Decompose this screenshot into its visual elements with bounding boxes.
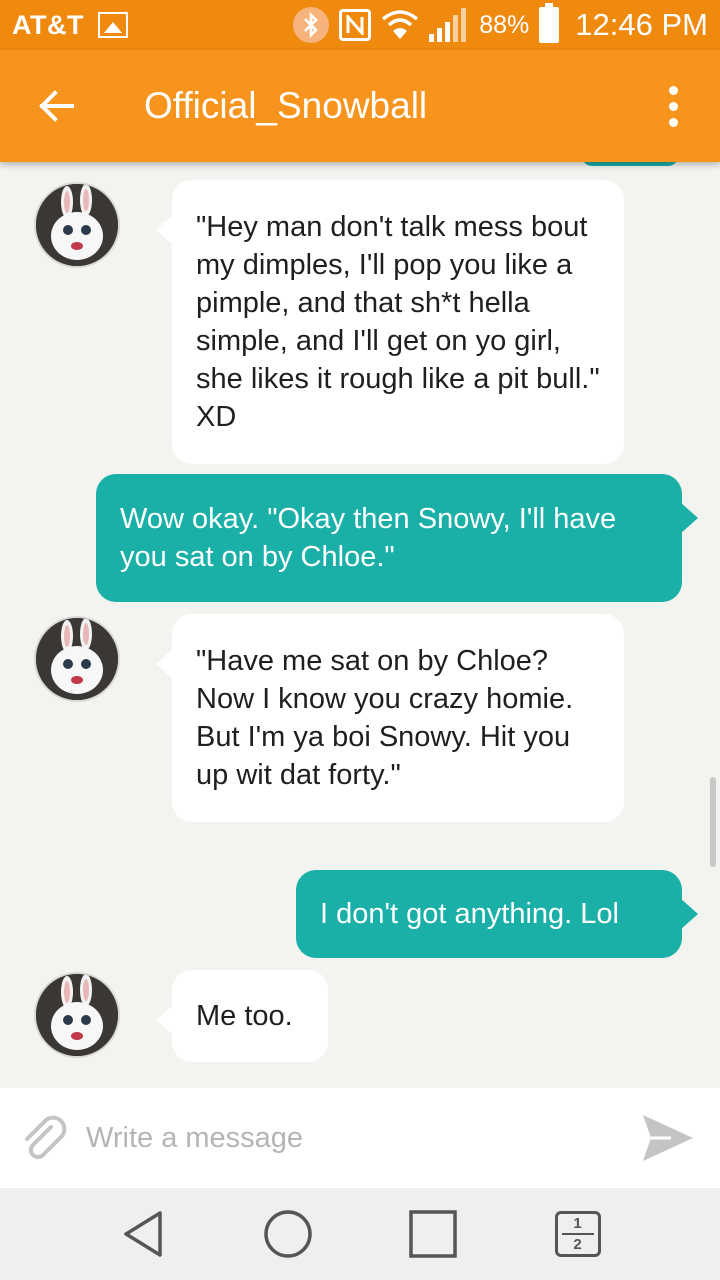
conversation-header: Official_Snowball (0, 50, 720, 162)
dual-window-icon: 1 2 (554, 1211, 601, 1257)
outgoing-message[interactable]: Wow okay. "Okay then Snowy, I'll have yo… (96, 474, 698, 602)
nav-recents-button[interactable] (398, 1199, 468, 1269)
incoming-message[interactable]: "Have me sat on by Chloe? Now I know you… (156, 614, 624, 822)
previous-message-edge (582, 162, 678, 166)
back-button[interactable] (26, 76, 86, 136)
message-composer (0, 1088, 720, 1188)
dual-window-bottom-label: 2 (573, 1236, 582, 1253)
back-triangle-icon (123, 1211, 162, 1257)
incoming-message[interactable]: Me too. (156, 970, 328, 1062)
status-bar: AT&T 88% 12:46 PM (0, 0, 720, 50)
outgoing-message[interactable]: I don't got anything. Lol (296, 870, 698, 958)
send-button[interactable] (638, 1108, 698, 1168)
more-vert-icon (668, 85, 678, 95)
system-nav-bar: 1 2 (0, 1188, 720, 1280)
image-icon (97, 12, 128, 38)
arrow-left-icon (39, 90, 74, 122)
avatar[interactable] (34, 616, 120, 702)
avatar[interactable] (34, 972, 120, 1058)
battery-icon (539, 3, 560, 43)
carrier-name: AT&T (12, 9, 84, 40)
avatar[interactable] (34, 182, 120, 268)
send-icon (643, 1115, 693, 1161)
message-list[interactable]: "Hey man don't talk mess bout my dimples… (0, 162, 720, 1088)
paperclip-icon (25, 1115, 67, 1160)
dual-window-top-label: 1 (573, 1215, 582, 1232)
overflow-menu-button[interactable] (658, 76, 688, 136)
bluetooth-icon (293, 7, 330, 43)
incoming-message[interactable]: "Hey man don't talk mess bout my dimples… (156, 180, 624, 464)
nav-dual-window-button[interactable]: 1 2 (543, 1199, 613, 1269)
scrollbar-thumb[interactable] (710, 777, 716, 867)
nav-back-button[interactable] (108, 1199, 178, 1269)
home-circle-icon (263, 1210, 312, 1258)
recents-square-icon (408, 1210, 457, 1258)
status-clock: 12:46 PM (575, 7, 708, 42)
attach-button[interactable] (16, 1110, 72, 1166)
battery-percent: 88% (479, 10, 530, 39)
nfc-icon (339, 9, 372, 41)
message-input[interactable] (86, 1108, 606, 1168)
signal-icon (429, 8, 469, 42)
wifi-icon (381, 9, 419, 41)
nav-home-button[interactable] (253, 1199, 323, 1269)
conversation-title[interactable]: Official_Snowball (144, 85, 427, 127)
